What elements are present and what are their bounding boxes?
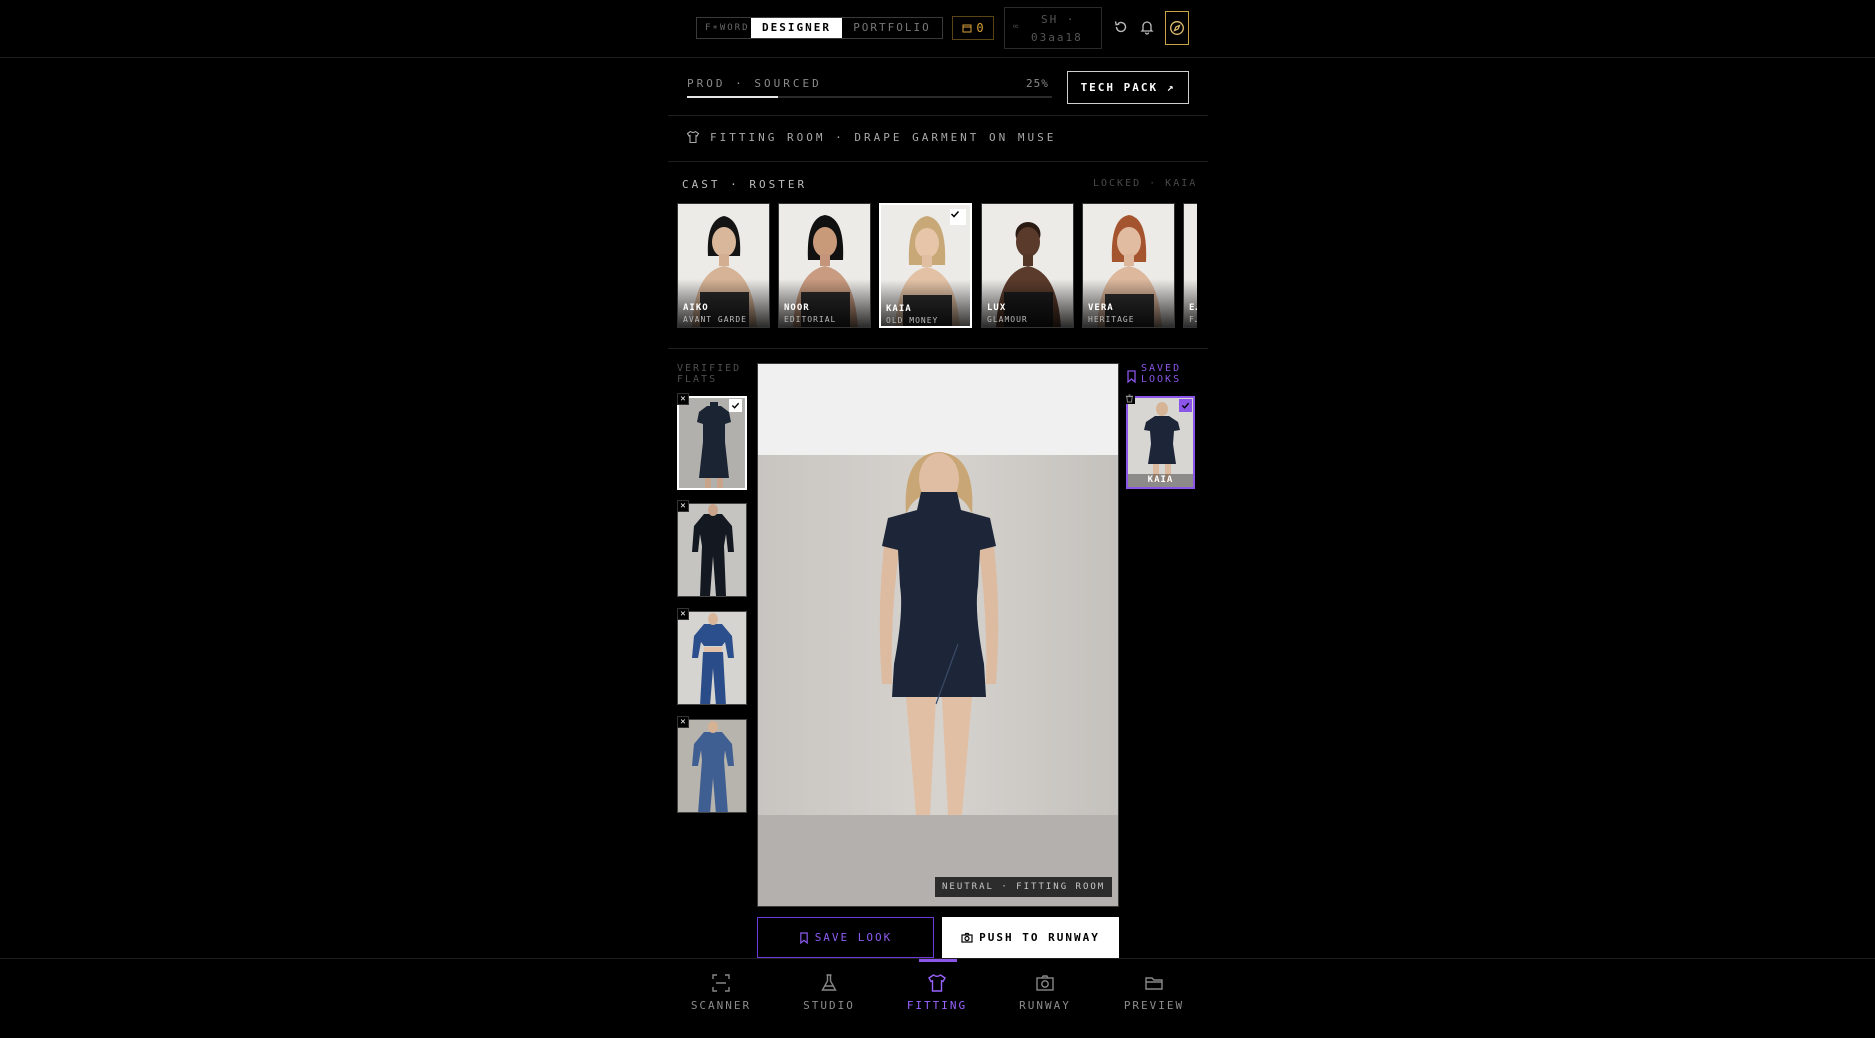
notifications-button[interactable]	[1137, 17, 1157, 37]
fitting-header: FITTING ROOM · DRAPE GARMENT ON MUSE	[686, 130, 1056, 144]
muse-name: KAIA	[886, 304, 912, 314]
nav-preview-label: PREVIEW	[1123, 999, 1185, 1012]
folder-icon	[1145, 977, 1163, 990]
muse-name: E…	[1189, 303, 1197, 313]
muse-name: NOOR	[784, 303, 810, 313]
flask-icon	[821, 974, 837, 991]
saved-looks-header: SAVED LOOKS	[1126, 363, 1191, 385]
refresh-icon	[1114, 21, 1127, 33]
mode-switcher: F∗WORD DESIGNER PORTFOLIO	[696, 17, 943, 39]
save-look-button[interactable]: SAVE LOOK	[757, 917, 934, 958]
tech-pack-button[interactable]: TECH PACK ↗	[1067, 71, 1189, 104]
compass-icon	[1170, 21, 1184, 35]
remove-flat-icon[interactable]: ✕	[677, 608, 689, 620]
flat-thumbnail[interactable]	[677, 719, 747, 813]
top-bar: F∗WORD DESIGNER PORTFOLIO 0 ∞ SH · 03aa1…	[0, 0, 1875, 58]
production-progress-fill	[687, 96, 779, 98]
bookmark-icon	[1127, 370, 1136, 383]
nav-studio[interactable]: STUDIO	[784, 973, 874, 1012]
refresh-button[interactable]	[1111, 17, 1131, 37]
muse-card[interactable]: AIKO AVANT GARDE	[677, 203, 770, 328]
bookmark-icon	[799, 931, 808, 944]
muse-name: VERA	[1088, 303, 1114, 313]
check-icon	[950, 209, 966, 225]
shirt-icon	[686, 130, 700, 144]
production-percent: 25%	[1026, 77, 1049, 90]
scan-icon	[712, 974, 730, 992]
bottom-nav: SCANNER STUDIO FITTING RUNWAY PREVIEW	[0, 958, 1875, 1038]
mode-designer-tab[interactable]: DESIGNER	[751, 18, 842, 38]
fitting-stage	[757, 363, 1119, 907]
nav-scanner[interactable]: SCANNER	[676, 973, 766, 1012]
push-to-runway-button[interactable]: PUSH TO RUNWAY	[942, 917, 1119, 958]
environment-tag: NEUTRAL · FITTING ROOM	[935, 877, 1113, 897]
saved-looks-label: SAVED LOOKS	[1141, 363, 1182, 385]
muse-type: GLAMOUR	[987, 315, 1028, 324]
save-look-label: SAVE LOOK	[814, 931, 893, 944]
muse-type: HERITAGE	[1088, 315, 1135, 324]
fitting-title: FITTING ROOM · DRAPE GARMENT ON MUSE	[710, 130, 1057, 144]
camera-icon	[961, 932, 973, 943]
muse-name: LUX	[987, 303, 1007, 313]
wallet-icon	[962, 24, 972, 33]
muse-card[interactable]: NOOR EDITORIAL	[778, 203, 871, 328]
nav-fitting-label: FITTING	[906, 999, 968, 1012]
session-id: 03aa18	[1031, 31, 1083, 44]
shirt-icon	[928, 974, 946, 992]
remove-flat-icon[interactable]: ✕	[677, 500, 689, 512]
flat-thumbnail[interactable]	[677, 503, 747, 597]
nav-scanner-label: SCANNER	[690, 999, 752, 1012]
nav-preview[interactable]: PREVIEW	[1109, 973, 1199, 1012]
cast-roster: AIKO AVANT GARDE NOOR EDITORIAL KAIA OLD…	[677, 203, 1197, 329]
trash-icon[interactable]	[1124, 393, 1135, 404]
flat-thumbnail[interactable]	[677, 611, 747, 705]
saved-look-name: KAIA	[1147, 475, 1174, 485]
link-icon: ∞	[1013, 22, 1021, 32]
divider	[668, 115, 1208, 116]
credits-badge[interactable]: 0	[952, 16, 994, 40]
credits-count: 0	[976, 21, 984, 35]
brand-logo[interactable]: F∗WORD	[697, 18, 751, 38]
push-to-runway-label: PUSH TO RUNWAY	[979, 931, 1100, 944]
divider	[668, 348, 1208, 349]
garment-image	[678, 504, 746, 596]
production-progress-bar	[687, 96, 1052, 98]
fitted-look-image	[758, 364, 1118, 906]
session-prefix: SH ·	[1041, 13, 1076, 26]
check-icon	[1179, 399, 1192, 412]
explore-button[interactable]	[1165, 11, 1189, 45]
nav-runway-label: RUNWAY	[1019, 999, 1071, 1012]
muse-type: F…	[1189, 315, 1197, 324]
check-icon	[729, 399, 742, 412]
remove-flat-icon[interactable]: ✕	[677, 716, 689, 728]
muse-card[interactable]: LUX GLAMOUR	[981, 203, 1074, 328]
nav-runway[interactable]: RUNWAY	[1000, 973, 1090, 1012]
active-tab-indicator	[919, 959, 957, 962]
camera-icon	[1036, 975, 1054, 991]
divider	[668, 161, 1208, 162]
bell-icon	[1140, 21, 1154, 35]
muse-card[interactable]: VERA HERITAGE	[1082, 203, 1175, 328]
nav-fitting[interactable]: FITTING	[892, 973, 982, 1012]
verified-flats-label: VERIFIED FLATS	[677, 363, 742, 385]
production-stage-label: PROD · SOURCED	[687, 77, 822, 90]
muse-type: OLD MONEY	[886, 316, 939, 325]
muse-card[interactable]: E… F…	[1183, 203, 1197, 328]
cast-roster-label: CAST · ROSTER	[682, 178, 808, 191]
mode-portfolio-tab[interactable]: PORTFOLIO	[842, 18, 942, 38]
muse-type: EDITORIAL	[784, 315, 837, 324]
nav-studio-label: STUDIO	[803, 999, 855, 1012]
remove-flat-icon[interactable]: ✕	[677, 393, 689, 405]
cast-lock-status: LOCKED · KAIA	[1093, 178, 1198, 189]
session-badge[interactable]: ∞ SH · 03aa18	[1004, 7, 1102, 49]
muse-card-selected[interactable]: KAIA OLD MONEY	[879, 203, 972, 328]
garment-image	[678, 720, 746, 812]
garment-image	[678, 612, 746, 704]
muse-name: AIKO	[683, 303, 709, 313]
muse-type: AVANT GARDE	[683, 315, 747, 324]
